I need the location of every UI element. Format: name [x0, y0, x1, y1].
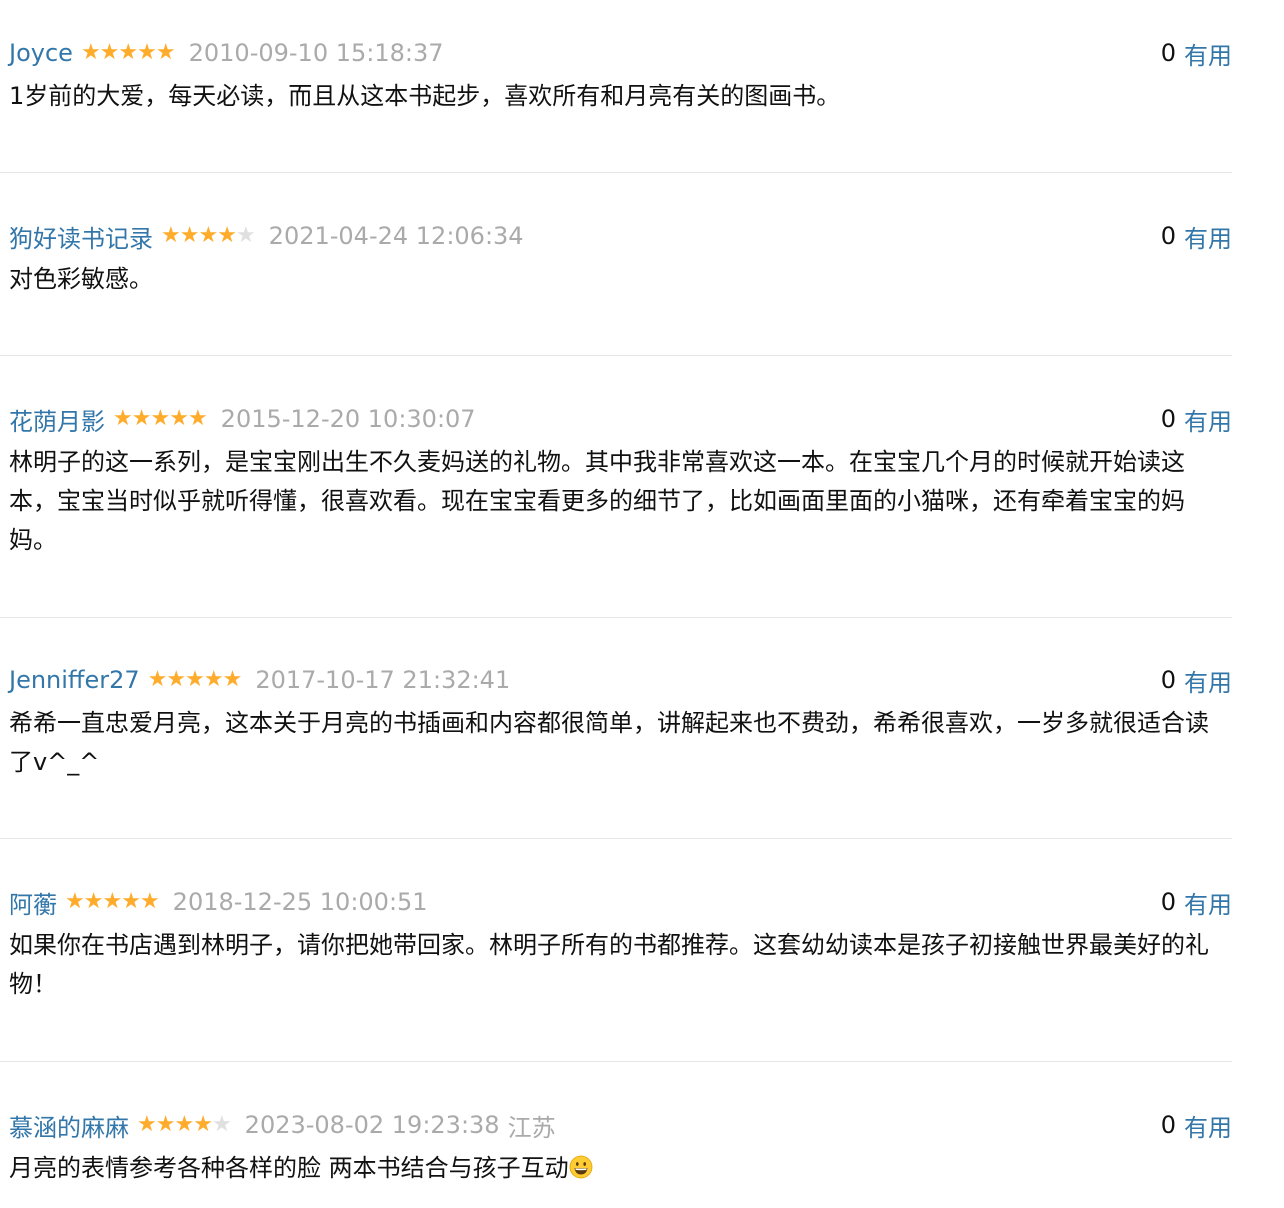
vote-area: 0 有用 [1161, 399, 1232, 439]
divider [0, 355, 1232, 356]
comment-time: 2021-04-24 12:06:34 [268, 222, 524, 250]
rating-stars: ★ ★ ★ ★ ★ [80, 40, 176, 65]
vote-count: 0 [1160, 39, 1176, 67]
star-filled-icon: ★ [99, 40, 120, 65]
star-filled-icon: ★ [118, 40, 138, 65]
rating-stars: ★ ★ ★ ★ ★ [137, 1112, 232, 1137]
vote-area: 0 有用 [1161, 216, 1232, 256]
comment-header: 狗好读书记录 ★ ★ ★ ★ ★ 2021-04-24 12:06:34 [9, 216, 1231, 256]
star-filled-icon: ★ [187, 406, 208, 431]
star-filled-icon: ★ [80, 40, 101, 65]
star-filled-icon: ★ [137, 40, 157, 65]
comment-time: 2018-12-25 10:00:51 [172, 888, 428, 916]
rating-stars: ★ ★ ★ ★ ★ [113, 406, 208, 431]
star-filled-icon: ★ [137, 1112, 157, 1137]
vote-area: 0 有用 [1161, 882, 1232, 922]
useful-button[interactable]: 有用 [1184, 885, 1232, 920]
star-empty-icon: ★ [211, 1112, 232, 1137]
star-filled-icon: ★ [198, 223, 218, 248]
comment-content: 对色彩敏感。 [9, 265, 153, 293]
comment-time: 2015-12-20 10:30:07 [220, 405, 476, 433]
comment-content: 月亮的表情参考各种各样的脸 两本书结合与孩子互动 [9, 1154, 569, 1182]
rating-stars: ★ ★ ★ ★ ★ [65, 889, 160, 914]
useful-button[interactable]: 有用 [1184, 402, 1232, 437]
divider [0, 1061, 1232, 1062]
comment-header: 阿蘅 ★ ★ ★ ★ ★ 2018-12-25 10:00:51 [9, 882, 1231, 922]
comment-time: 2023-08-02 19:23:38 [244, 1111, 500, 1139]
rating-stars: ★ ★ ★ ★ ★ [147, 667, 243, 692]
star-filled-icon: ★ [139, 889, 160, 914]
comment-time: 2010-09-10 15:18:37 [188, 39, 444, 67]
vote-area: 0 有用 [1161, 1105, 1232, 1145]
vote-count: 0 [1160, 405, 1176, 433]
star-filled-icon: ★ [185, 667, 205, 692]
star-filled-icon: ★ [203, 667, 224, 692]
star-filled-icon: ★ [83, 889, 104, 914]
star-filled-icon: ★ [65, 889, 85, 914]
star-filled-icon: ★ [113, 406, 133, 431]
comment-header: Jenniffer27 ★ ★ ★ ★ ★ 2017-10-17 21:32:41 [9, 660, 1231, 700]
comment-content: 如果你在书店遇到林明子，请你把她带回家。林明子所有的书都推荐。这套幼幼读本是孩子… [9, 931, 1209, 998]
comment-content: 林明子的这一系列，是宝宝刚出生不久麦妈送的礼物。其中我非常喜欢这一本。在宝宝几个… [9, 448, 1185, 554]
comment-header: 慕涵的麻麻 ★ ★ ★ ★ ★ 2023-08-02 19:23:38 江苏 [9, 1105, 1231, 1145]
star-filled-icon: ★ [147, 667, 168, 692]
user-name-link[interactable]: 狗好读书记录 [9, 219, 153, 254]
star-filled-icon: ★ [155, 1112, 176, 1137]
star-filled-icon: ★ [121, 889, 141, 914]
comment-time: 2017-10-17 21:32:41 [255, 666, 511, 694]
user-name-link[interactable]: 慕涵的麻麻 [9, 1108, 129, 1143]
useful-button[interactable]: 有用 [1184, 219, 1232, 254]
comment-content-wrapper: 月亮的表情参考各种各样的脸 两本书结合与孩子互动 [9, 1149, 1231, 1188]
comment-header: 花荫月影 ★ ★ ★ ★ ★ 2015-12-20 10:30:07 [9, 399, 1231, 439]
vote-area: 0 有用 [1161, 660, 1232, 700]
user-name-link[interactable]: 阿蘅 [9, 885, 57, 920]
star-filled-icon: ★ [193, 1112, 213, 1137]
useful-button[interactable]: 有用 [1184, 36, 1232, 71]
user-name-link[interactable]: Jenniffer27 [9, 666, 140, 694]
comment-content: 希希一直忠爱月亮，这本关于月亮的书插画和内容都很简单，讲解起来也不费劲，希希很喜… [9, 709, 1209, 776]
vote-count: 0 [1160, 1111, 1176, 1139]
rating-stars: ★ ★ ★ ★ ★ [161, 223, 256, 248]
useful-button[interactable]: 有用 [1184, 1108, 1232, 1143]
star-filled-icon: ★ [217, 223, 237, 248]
vote-area: 0 有用 [1161, 33, 1232, 73]
star-filled-icon: ★ [131, 406, 152, 431]
star-filled-icon: ★ [222, 667, 243, 692]
star-filled-icon: ★ [169, 406, 189, 431]
star-filled-icon: ★ [161, 223, 181, 248]
grinning-face-emoji-icon [569, 1155, 593, 1179]
star-empty-icon: ★ [235, 223, 256, 248]
user-name-link[interactable]: Joyce [9, 39, 73, 67]
divider [0, 617, 1232, 618]
star-filled-icon: ★ [102, 889, 122, 914]
comment-location: 江苏 [507, 1113, 556, 1142]
divider [0, 838, 1232, 839]
star-filled-icon: ★ [166, 667, 186, 692]
star-filled-icon: ★ [150, 406, 170, 431]
vote-count: 0 [1160, 888, 1176, 916]
vote-count: 0 [1160, 666, 1176, 694]
comment-header: Joyce ★ ★ ★ ★ ★ 2010-09-10 15:18:37 [9, 33, 1231, 73]
useful-button[interactable]: 有用 [1184, 663, 1232, 698]
star-filled-icon: ★ [179, 223, 200, 248]
user-name-link[interactable]: 花荫月影 [9, 402, 105, 437]
divider [0, 172, 1232, 173]
comment-content: 1岁前的大爱，每天必读，而且从这本书起步，喜欢所有和月亮有关的图画书。 [9, 82, 841, 110]
star-filled-icon: ★ [174, 1112, 194, 1137]
star-filled-icon: ★ [155, 40, 176, 65]
vote-count: 0 [1160, 222, 1176, 250]
